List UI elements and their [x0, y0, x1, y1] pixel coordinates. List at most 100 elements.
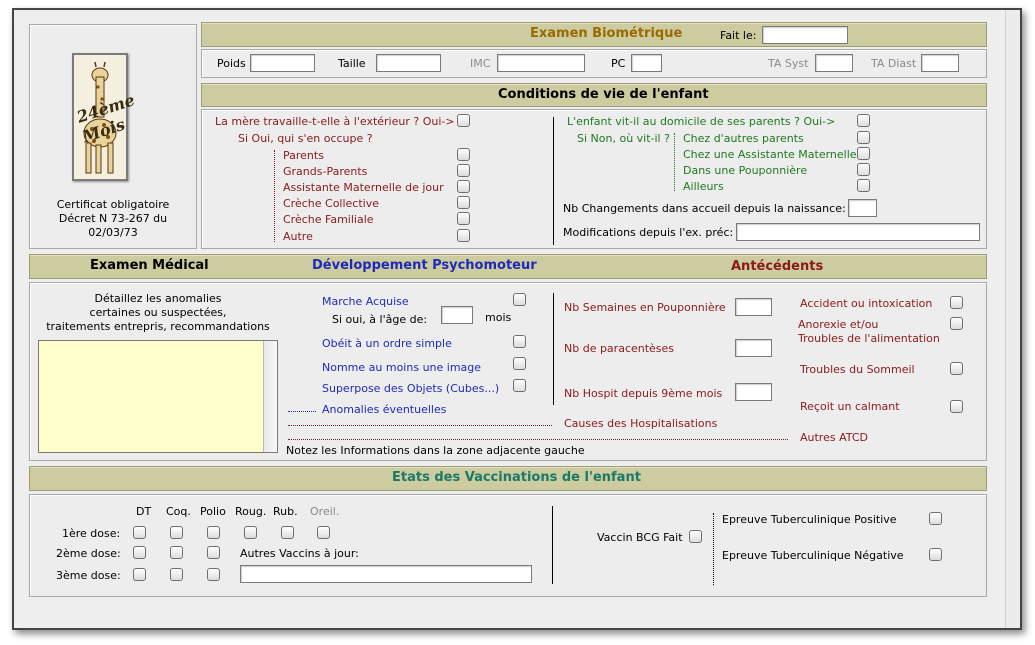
notes-line-1: Détaillez les anomalies	[94, 292, 222, 305]
calmant-checkbox[interactable]	[950, 400, 963, 413]
dose1-roug-checkbox[interactable]	[244, 526, 257, 539]
conditions-title: Conditions de vie de l'enfant	[498, 87, 709, 102]
tuber-neg-checkbox[interactable]	[929, 548, 942, 561]
who-parents-checkbox[interactable]	[457, 148, 470, 161]
ant-sommeil-label: Troubles du Sommeil	[800, 363, 915, 376]
who-option-parents: Parents	[283, 149, 324, 162]
accident-checkbox[interactable]	[950, 296, 963, 309]
ta-diast-field[interactable]	[921, 54, 959, 72]
modifications-label: Modifications depuis l'ex. préc:	[563, 226, 734, 239]
where-option-autres-parents: Chez d'autres parents	[683, 132, 804, 145]
antecedents-title: Antécédents	[731, 259, 824, 274]
biometrie-panel	[201, 49, 987, 78]
notes-line-2: certaines ou suspectées,	[89, 306, 227, 319]
marche-checkbox[interactable]	[513, 293, 526, 306]
dose3-polio-checkbox[interactable]	[207, 568, 220, 581]
sommeil-checkbox[interactable]	[950, 362, 963, 375]
vac-row-3: 3ème dose:	[56, 569, 121, 582]
causes-dotline	[288, 425, 552, 426]
poids-field[interactable]	[250, 54, 315, 72]
tuber-neg-label: Epreuve Tuberculinique Négative	[722, 549, 904, 562]
obeit-checkbox[interactable]	[513, 335, 526, 348]
imc-label: IMC	[470, 57, 491, 70]
where-assistante-checkbox[interactable]	[857, 147, 870, 160]
giraffe-logo: 24ème Mois	[72, 53, 137, 181]
who-option-autre: Autre	[283, 230, 313, 243]
where-option-pouponniere: Dans une Pouponnière	[683, 164, 808, 177]
who-option-creche-familiale: Crèche Familiale	[283, 213, 374, 226]
vac-row-2: 2ème dose:	[56, 547, 121, 560]
taille-field[interactable]	[376, 54, 441, 72]
dose2-polio-checkbox[interactable]	[207, 546, 220, 559]
fait-le-field[interactable]	[762, 26, 848, 44]
age-field[interactable]	[441, 306, 473, 324]
biometrie-title: Examen Biométrique	[530, 26, 683, 41]
autres-atcd-label: Autres ATCD	[800, 431, 868, 444]
vac-col-polio: Polio	[200, 505, 226, 518]
ant-paracenteses-field[interactable]	[735, 339, 772, 357]
medical-separator	[553, 293, 554, 405]
marche-label: Marche Acquise	[322, 295, 409, 308]
dose2-coq-checkbox[interactable]	[170, 546, 183, 559]
where-autres-parents-checkbox[interactable]	[857, 131, 870, 144]
who-option-assistante: Assistante Maternelle de jour	[283, 181, 444, 194]
age-label: Si oui, à l'âge de:	[332, 313, 428, 326]
mother-question: La mère travaille-t-elle à l'extérieur ?…	[215, 115, 455, 128]
dose1-polio-checkbox[interactable]	[207, 526, 220, 539]
where-ailleurs-checkbox[interactable]	[857, 179, 870, 192]
ant-alimentation-label: Troubles de l'alimentation	[798, 332, 940, 345]
who-divider	[274, 150, 275, 242]
who-assistante-checkbox[interactable]	[457, 180, 470, 193]
bcg-label: Vaccin BCG Fait	[597, 531, 683, 544]
where-pouponniere-checkbox[interactable]	[857, 163, 870, 176]
ant-hospit-field[interactable]	[735, 383, 772, 401]
who-option-creche-collective: Crèche Collective	[283, 197, 379, 210]
medical-notes-textarea[interactable]	[38, 340, 278, 453]
who-creche-collective-checkbox[interactable]	[457, 196, 470, 209]
vac-col-coq: Coq.	[166, 505, 191, 518]
who-autre-checkbox[interactable]	[457, 229, 470, 242]
ant-semaines-field[interactable]	[735, 298, 772, 316]
who-creche-familiale-checkbox[interactable]	[457, 212, 470, 225]
modifications-field[interactable]	[736, 223, 980, 241]
notes-line-3: traitements entrepris, recommandations	[46, 320, 270, 333]
dose1-oreil-checkbox[interactable]	[317, 526, 330, 539]
home-yes-checkbox[interactable]	[857, 114, 870, 127]
imc-field[interactable]	[497, 54, 585, 72]
vac-col-dt: DT	[136, 505, 152, 518]
vac-col-roug: Roug.	[235, 505, 267, 518]
changes-label: Nb Changements dans accueil depuis la na…	[563, 202, 846, 215]
anorexie-checkbox[interactable]	[950, 317, 963, 330]
ta-syst-field[interactable]	[815, 54, 853, 72]
dose1-coq-checkbox[interactable]	[170, 526, 183, 539]
autres-vaccins-field[interactable]	[240, 565, 532, 583]
vac-row-1: 1ère dose:	[62, 527, 121, 540]
psy-item-superpose: Superpose des Objets (Cubes...)	[322, 382, 500, 395]
who-grands-parents-checkbox[interactable]	[457, 164, 470, 177]
anomalies-label: Anomalies éventuelles	[322, 403, 447, 416]
changes-field[interactable]	[848, 199, 877, 217]
dose1-rub-checkbox[interactable]	[281, 526, 294, 539]
certificate-line-3: 02/03/73	[88, 226, 138, 239]
dose3-coq-checkbox[interactable]	[170, 568, 183, 581]
who-question: Si Oui, qui s'en occupe ?	[238, 132, 373, 145]
dose2-dt-checkbox[interactable]	[133, 546, 146, 559]
bcg-checkbox[interactable]	[689, 530, 702, 543]
autres-vaccins-label: Autres Vaccins à jour:	[240, 547, 359, 560]
nomme-checkbox[interactable]	[513, 357, 526, 370]
psy-item-nomme: Nomme au moins une image	[322, 361, 482, 374]
mois-label: mois	[485, 311, 512, 324]
dose3-dt-checkbox[interactable]	[133, 568, 146, 581]
pc-field[interactable]	[631, 54, 662, 72]
superpose-checkbox[interactable]	[513, 379, 526, 392]
certificate-line-2: Décret N 73-267 du	[58, 212, 168, 225]
psy-item-obeit: Obéit à un ordre simple	[322, 337, 452, 350]
vaccinations-separator	[552, 506, 553, 584]
tuber-pos-checkbox[interactable]	[929, 512, 942, 525]
notes-scrollbar[interactable]	[263, 341, 277, 452]
ant-paracenteses-label: Nb de paracentèses	[564, 342, 675, 355]
ta-diast-label: TA Diast	[871, 57, 917, 70]
dose1-dt-checkbox[interactable]	[133, 526, 146, 539]
mother-works-checkbox[interactable]	[457, 114, 470, 127]
ant-anorexie-label: Anorexie et/ou	[798, 318, 879, 331]
